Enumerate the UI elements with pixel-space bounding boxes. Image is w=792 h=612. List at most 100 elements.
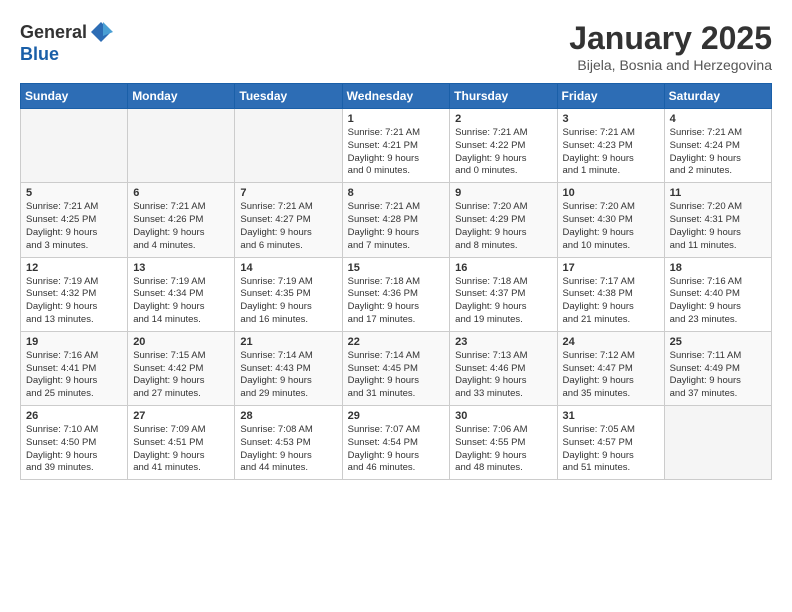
day-number: 12 [26,262,122,274]
day-number: 23 [455,336,551,348]
calendar-cell: 28 Sunrise: 7:08 AM Sunset: 4:53 PM Dayli… [235,406,342,480]
day-info: Sunrise: 7:19 AM Sunset: 4:35 PM Dayligh… [240,276,336,327]
day-info: Sunrise: 7:18 AM Sunset: 4:36 PM Dayligh… [348,276,445,327]
weekday-header-tuesday: Tuesday [235,84,342,109]
day-number: 24 [563,336,659,348]
day-number: 19 [26,336,122,348]
day-info: Sunrise: 7:21 AM Sunset: 4:28 PM Dayligh… [348,201,445,252]
day-number: 29 [348,410,445,422]
day-info: Sunrise: 7:19 AM Sunset: 4:32 PM Dayligh… [26,276,122,327]
logo-general-text: General [20,22,87,43]
day-info: Sunrise: 7:13 AM Sunset: 4:46 PM Dayligh… [455,350,551,401]
calendar-cell: 23 Sunrise: 7:13 AM Sunset: 4:46 PM Dayli… [450,331,557,405]
day-number: 8 [348,187,445,199]
day-number: 2 [455,113,551,125]
day-info: Sunrise: 7:20 AM Sunset: 4:30 PM Dayligh… [563,201,659,252]
calendar-cell: 30 Sunrise: 7:06 AM Sunset: 4:55 PM Dayli… [450,406,557,480]
calendar-cell: 14Sunrise: 7:19 AM Sunset: 4:35 PM Dayli… [235,257,342,331]
calendar-cell: 22 Sunrise: 7:14 AM Sunset: 4:45 PM Dayli… [342,331,450,405]
day-number: 17 [563,262,659,274]
day-number: 20 [133,336,229,348]
calendar-cell: 6Sunrise: 7:21 AM Sunset: 4:26 PM Daylig… [128,183,235,257]
calendar-week-row: 12 Sunrise: 7:19 AM Sunset: 4:32 PM Dayli… [21,257,772,331]
day-info: Sunrise: 7:10 AM Sunset: 4:50 PM Dayligh… [26,424,122,475]
day-info: Sunrise: 7:20 AM Sunset: 4:29 PM Dayligh… [455,201,551,252]
calendar-cell: 8 Sunrise: 7:21 AM Sunset: 4:28 PM Daylig… [342,183,450,257]
day-info: Sunrise: 7:19 AM Sunset: 4:34 PM Dayligh… [133,276,229,327]
day-number: 16 [455,262,551,274]
day-info: Sunrise: 7:06 AM Sunset: 4:55 PM Dayligh… [455,424,551,475]
day-info: Sunrise: 7:18 AM Sunset: 4:37 PM Dayligh… [455,276,551,327]
day-info: Sunrise: 7:20 AM Sunset: 4:31 PM Dayligh… [670,201,766,252]
calendar-cell [128,109,235,183]
day-info: Sunrise: 7:21 AM Sunset: 4:23 PM Dayligh… [563,127,659,178]
day-number: 30 [455,410,551,422]
calendar-cell: 13 Sunrise: 7:19 AM Sunset: 4:34 PM Dayli… [128,257,235,331]
calendar-cell: 5 Sunrise: 7:21 AM Sunset: 4:25 PM Daylig… [21,183,128,257]
day-number: 27 [133,410,229,422]
calendar-cell: 9 Sunrise: 7:20 AM Sunset: 4:29 PM Daylig… [450,183,557,257]
day-number: 31 [563,410,659,422]
location-text: Bijela, Bosnia and Herzegovina [569,57,772,73]
calendar-cell: 1 Sunrise: 7:21 AM Sunset: 4:21 PM Daylig… [342,109,450,183]
weekday-header-thursday: Thursday [450,84,557,109]
day-number: 5 [26,187,122,199]
day-info: Sunrise: 7:21 AM Sunset: 4:21 PM Dayligh… [348,127,445,178]
calendar-cell: 19 Sunrise: 7:16 AM Sunset: 4:41 PM Dayli… [21,331,128,405]
calendar-cell: 2 Sunrise: 7:21 AM Sunset: 4:22 PM Daylig… [450,109,557,183]
calendar-table: SundayMondayTuesdayWednesdayThursdayFrid… [20,83,772,480]
day-number: 25 [670,336,766,348]
calendar-cell: 26 Sunrise: 7:10 AM Sunset: 4:50 PM Dayli… [21,406,128,480]
calendar-cell: 10 Sunrise: 7:20 AM Sunset: 4:30 PM Dayli… [557,183,664,257]
calendar-cell [235,109,342,183]
calendar-cell: 27 Sunrise: 7:09 AM Sunset: 4:51 PM Dayli… [128,406,235,480]
calendar-week-row: 1 Sunrise: 7:21 AM Sunset: 4:21 PM Daylig… [21,109,772,183]
calendar-cell [664,406,771,480]
calendar-week-row: 19 Sunrise: 7:16 AM Sunset: 4:41 PM Dayli… [21,331,772,405]
weekday-header-wednesday: Wednesday [342,84,450,109]
day-info: Sunrise: 7:15 AM Sunset: 4:42 PM Dayligh… [133,350,229,401]
calendar-cell: 21 Sunrise: 7:14 AM Sunset: 4:43 PM Dayli… [235,331,342,405]
calendar-cell: 20 Sunrise: 7:15 AM Sunset: 4:42 PM Dayli… [128,331,235,405]
weekday-header-saturday: Saturday [664,84,771,109]
day-info: Sunrise: 7:21 AM Sunset: 4:22 PM Dayligh… [455,127,551,178]
day-number: 18 [670,262,766,274]
day-number: 6 [133,187,229,199]
day-info: Sunrise: 7:05 AM Sunset: 4:57 PM Dayligh… [563,424,659,475]
day-info: Sunrise: 7:14 AM Sunset: 4:43 PM Dayligh… [240,350,336,401]
day-number: 22 [348,336,445,348]
day-info: Sunrise: 7:14 AM Sunset: 4:45 PM Dayligh… [348,350,445,401]
day-info: Sunrise: 7:21 AM Sunset: 4:25 PM Dayligh… [26,201,122,252]
calendar-week-row: 26 Sunrise: 7:10 AM Sunset: 4:50 PM Dayli… [21,406,772,480]
day-number: 13 [133,262,229,274]
day-number: 26 [26,410,122,422]
calendar-cell: 31 Sunrise: 7:05 AM Sunset: 4:57 PM Dayli… [557,406,664,480]
day-number: 1 [348,113,445,125]
day-info: Sunrise: 7:21 AM Sunset: 4:27 PM Dayligh… [240,201,336,252]
day-number: 28 [240,410,336,422]
day-number: 4 [670,113,766,125]
calendar-cell [21,109,128,183]
calendar-cell: 15 Sunrise: 7:18 AM Sunset: 4:36 PM Dayli… [342,257,450,331]
day-number: 7 [240,187,336,199]
logo: General Blue [20,20,113,65]
day-number: 10 [563,187,659,199]
day-info: Sunrise: 7:16 AM Sunset: 4:40 PM Dayligh… [670,276,766,327]
day-info: Sunrise: 7:09 AM Sunset: 4:51 PM Dayligh… [133,424,229,475]
day-info: Sunrise: 7:16 AM Sunset: 4:41 PM Dayligh… [26,350,122,401]
calendar-cell: 29Sunrise: 7:07 AM Sunset: 4:54 PM Dayli… [342,406,450,480]
day-number: 15 [348,262,445,274]
calendar-cell: 16 Sunrise: 7:18 AM Sunset: 4:37 PM Dayli… [450,257,557,331]
calendar-week-row: 5 Sunrise: 7:21 AM Sunset: 4:25 PM Daylig… [21,183,772,257]
calendar-cell: 24 Sunrise: 7:12 AM Sunset: 4:47 PM Dayli… [557,331,664,405]
weekday-header-sunday: Sunday [21,84,128,109]
day-info: Sunrise: 7:21 AM Sunset: 4:24 PM Dayligh… [670,127,766,178]
logo-blue-text: Blue [20,44,59,65]
calendar-cell: 4 Sunrise: 7:21 AM Sunset: 4:24 PM Daylig… [664,109,771,183]
day-number: 21 [240,336,336,348]
day-number: 9 [455,187,551,199]
logo-icon [89,20,113,44]
day-info: Sunrise: 7:08 AM Sunset: 4:53 PM Dayligh… [240,424,336,475]
calendar-cell: 17Sunrise: 7:17 AM Sunset: 4:38 PM Dayli… [557,257,664,331]
day-info: Sunrise: 7:12 AM Sunset: 4:47 PM Dayligh… [563,350,659,401]
